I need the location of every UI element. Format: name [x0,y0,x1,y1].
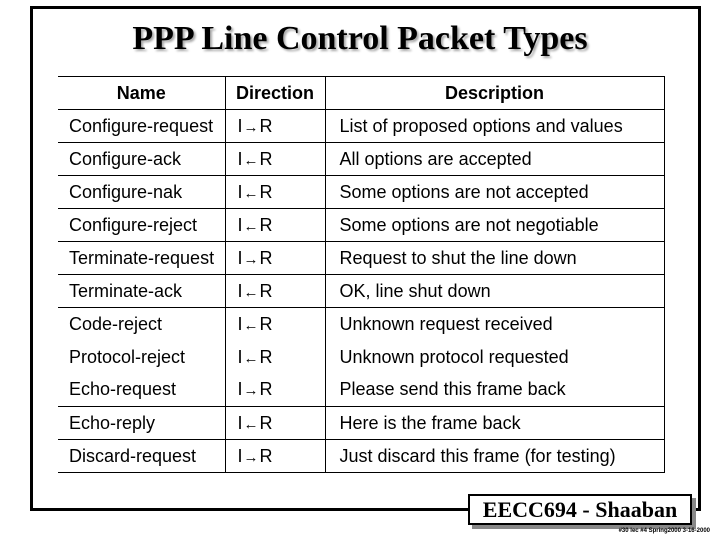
direction-from: I [237,214,243,235]
packet-name: Code-reject [58,307,225,341]
direction-arrow-icon: → [243,250,259,268]
direction-from: I [237,346,243,367]
direction-to: R [259,115,273,136]
packet-direction: I←R [224,175,325,209]
table-row: Terminate-ack I←R OK, line shut down [58,274,665,308]
packet-name: Terminate-ack [58,274,225,308]
direction-arrow-icon: → [243,382,259,400]
table-body: Configure-request I→R List of proposed opt… [58,109,665,473]
packet-name: Configure-request [58,109,225,143]
packet-description: Just discard this frame (for testing) [324,439,665,473]
direction-from: I [237,181,243,202]
packet-direction: I→R [224,109,325,143]
packet-description: List of proposed options and values [324,109,665,143]
table-row: Configure-reject I←R Some options are not … [58,208,665,242]
packet-name: Configure-ack [58,142,225,176]
direction-from: I [237,148,243,169]
table-row: Echo-reply I←R Here is the frame back [58,406,665,440]
packet-description: All options are accepted [324,142,665,176]
direction-from: I [237,412,243,433]
packet-name: Discard-request [58,439,225,473]
direction-to: R [259,313,273,334]
table-row: Configure-request I→R List of proposed opt… [58,109,665,143]
footer-note: #30 lec #4 Spring2000 3-16-2000 [618,528,710,534]
packet-name: Echo-reply [58,406,225,440]
packet-direction: I→R [224,439,325,473]
packet-name: Echo-request [69,379,177,400]
table-row: Terminate-request I→R Request to shut the … [58,241,665,275]
table-row: Echo-request I→R Please send this frame ba… [58,373,665,407]
packet-direction: I←R [224,208,325,242]
packet-direction: I←R [224,274,325,308]
header-name: Name [58,76,225,110]
direction-to: R [259,280,273,301]
direction-to: R [259,214,273,235]
direction-from: I [237,115,243,136]
direction-arrow-icon: → [243,448,259,466]
packet-name: Configure-reject [58,208,225,242]
table-row: Configure-nak I←R Some options are not acc… [58,175,665,209]
direction-to: R [259,181,273,202]
packet-description: Some options are not accepted [324,175,665,209]
header-description: Description [324,76,665,110]
packet-direction: I←R [224,307,325,341]
header-direction: Direction [224,76,325,110]
direction-arrow-icon: ← [243,217,259,235]
footer-author-box: EECC694 - Shaaban [468,494,692,525]
direction-from: I [237,445,243,466]
slide-title: PPP Line Control Packet Types [132,20,588,57]
direction-from: I [237,247,243,268]
direction-arrow-icon: ← [243,184,259,202]
table-row: Discard-request I→R Just discard this fram… [58,439,665,473]
direction-arrow-icon: → [243,118,259,136]
direction-arrow-icon: ← [243,283,259,301]
packet-description: Unknown request received [324,307,665,341]
packet-direction: I←R [224,406,325,440]
packet-types-table: Name Direction Description Configure-req… [58,76,665,473]
packet-description: Some options are not negotiable [324,208,665,242]
direction-to: R [259,148,273,169]
packet-description: Here is the frame back [324,406,665,440]
table-row: Protocol-reject I←R Unknown protocol reque… [58,340,665,374]
packet-direction: I←R [224,142,325,176]
table-row: Code-reject I←R Unknown request received [58,307,665,341]
packet-direction: I←R [224,340,325,374]
packet-direction: I→R [224,241,325,275]
direction-arrow-icon: ← [243,415,259,433]
packet-description: Unknown protocol requested [324,340,665,374]
packet-description: OK, line shut down [324,274,665,308]
direction-to: R [259,247,273,268]
direction-to: R [259,412,273,433]
packet-description: Please send this frame back [324,373,665,407]
direction-from: I [237,379,243,400]
packet-name: Configure-nak [58,175,225,209]
direction-to: R [259,379,273,400]
direction-from: I [237,280,243,301]
direction-to: R [259,346,273,367]
direction-to: R [259,445,273,466]
packet-description: Request to shut the line down [324,241,665,275]
direction-from: I [237,313,243,334]
direction-arrow-icon: ← [243,349,259,367]
packet-direction: I→R [224,373,325,407]
packet-name: Terminate-request [58,241,225,275]
table-row: Configure-ack I←R All options are accepted [58,142,665,176]
direction-arrow-icon: ← [243,151,259,169]
direction-arrow-icon: ← [243,316,259,334]
packet-name: Protocol-reject [69,346,186,367]
table-header-row: Name Direction Description [58,76,665,110]
